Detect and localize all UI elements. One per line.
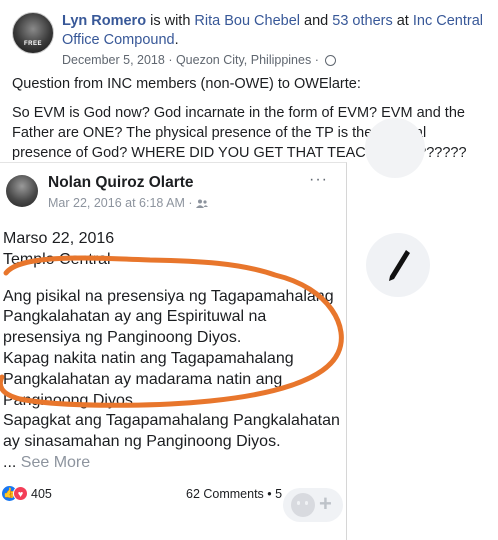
reaction-count: 405 xyxy=(31,486,52,501)
love-reaction-icon: ♥ xyxy=(13,486,28,502)
shared-screenshot-image[interactable]: Nolan Quiroz Olarte Mar 22, 2016 at 6:18… xyxy=(0,162,347,540)
screenshot-line: Pangkalahatan ay madarama natin ang xyxy=(3,370,283,388)
edit-button[interactable] xyxy=(366,233,430,297)
period: . xyxy=(174,32,179,48)
location-link[interactable]: Quezon City, Philippines xyxy=(176,53,311,67)
screenshot-author-name: Nolan Quiroz Olarte xyxy=(48,174,194,191)
post-paragraph: Question from INC members (non-OWE) to O… xyxy=(12,76,361,92)
meta-separator-2: · xyxy=(311,53,323,67)
screenshot-line: Panginoong Diyos. xyxy=(3,391,138,409)
tagged-person-link[interactable]: Rita Bou Chebel xyxy=(194,13,300,29)
at-text: at xyxy=(392,13,413,29)
and-text: and xyxy=(300,13,333,29)
screenshot-date-text: Mar 22, 2016 at 6:18 AM · xyxy=(48,196,196,210)
screenshot-line: presensiya ng Panginoong Diyos. xyxy=(3,329,242,347)
screenshot-menu-icon: ··· xyxy=(309,171,328,188)
screenshot-date: Mar 22, 2016 at 6:18 AM · xyxy=(48,196,208,210)
others-link[interactable]: 53 others xyxy=(332,13,392,29)
reactions: 👍 ♥ 405 xyxy=(2,486,52,502)
emoji-add-icon xyxy=(291,493,315,517)
meta-separator: · xyxy=(164,53,176,67)
screenshot-line: Marso 22, 2016 xyxy=(3,230,115,247)
author-avatar[interactable]: FREE xyxy=(12,12,54,54)
add-emoji-button[interactable]: + xyxy=(283,488,343,522)
globe-icon[interactable] xyxy=(325,55,337,66)
screenshot-line: ay sinasamahan ng Panginoong Diyos. xyxy=(3,433,281,451)
screenshot-line: Pangkalahatan ay ang Espirituwal na xyxy=(3,308,267,326)
see-more-prefix: ... xyxy=(3,453,21,471)
with-text: is with xyxy=(146,13,195,29)
friends-icon xyxy=(196,199,208,208)
post-meta: December 5, 2018 · Quezon City, Philippi… xyxy=(62,53,337,67)
post-header: FREE Lyn Romero is with Rita Bou Chebel … xyxy=(10,8,490,68)
background-circle xyxy=(365,118,425,178)
avatar-text: FREE xyxy=(23,41,42,47)
see-more-link: See More xyxy=(20,453,91,471)
screenshot-line: Kapag nakita natin ang Tagapamahalang xyxy=(3,349,294,367)
post-date-link[interactable]: December 5, 2018 xyxy=(62,53,165,67)
comments-count: 62 Comments • 5 xyxy=(186,487,283,501)
post-header-line: Lyn Romero is with Rita Bou Chebel and 5… xyxy=(62,12,492,50)
screenshot-line: Templo Central xyxy=(3,250,111,268)
screenshot-author-avatar xyxy=(6,175,38,207)
screenshot-line: Ang pisikal na presensiya ng Tagapamahal… xyxy=(3,287,334,305)
screenshot-body: Marso 22, 2016 Templo Central Ang pisika… xyxy=(3,229,345,474)
screenshot-line: Sapagkat ang Tagapamahalang Pangkalahata… xyxy=(3,412,340,430)
author-name-link[interactable]: Lyn Romero xyxy=(62,13,146,29)
see-more-line: ... See More xyxy=(3,453,345,474)
plus-icon: + xyxy=(319,491,332,516)
pen-icon xyxy=(389,250,410,281)
